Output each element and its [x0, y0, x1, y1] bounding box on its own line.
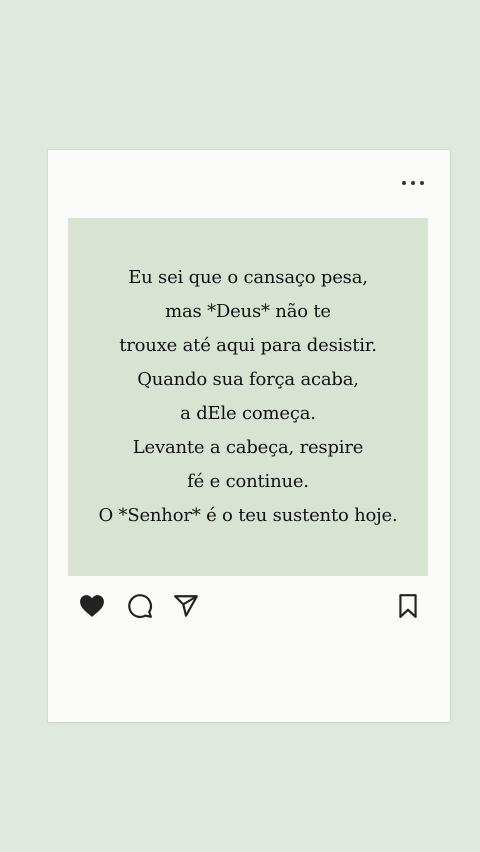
quote-line: Levante a cabeça, respire	[132, 437, 364, 458]
more-options-icon	[402, 181, 406, 185]
quote-line: a dEle começa.	[180, 403, 316, 424]
heart-icon	[80, 595, 104, 617]
quote-line: Eu sei que o cansaço pesa,	[128, 267, 368, 288]
more-options-icon-dot	[411, 181, 415, 185]
quote-line: trouxe até aqui para desistir.	[119, 335, 377, 356]
more-options-button[interactable]	[402, 176, 424, 190]
quote-line: fé e continue.	[187, 471, 309, 492]
send-icon	[174, 595, 198, 617]
bookmark-icon	[399, 594, 417, 618]
comment-icon	[128, 594, 152, 619]
comment-button[interactable]	[126, 592, 154, 620]
action-bar	[76, 592, 422, 620]
like-button[interactable]	[78, 592, 106, 620]
more-options-icon-dot	[420, 181, 424, 185]
share-button[interactable]	[172, 592, 200, 620]
quote-line: Quando sua força acaba,	[137, 369, 359, 390]
quote-line: O *Senhor* é o teu sustento hoje.	[98, 505, 398, 526]
quote-line: mas *Deus* não te	[165, 301, 331, 322]
post-card: Eu sei que o cansaço pesa, mas *Deus* nã…	[48, 150, 450, 722]
post-image: Eu sei que o cansaço pesa, mas *Deus* nã…	[68, 218, 428, 576]
save-button[interactable]	[394, 592, 422, 620]
quote-text: Eu sei que o cansaço pesa, mas *Deus* nã…	[98, 261, 397, 533]
